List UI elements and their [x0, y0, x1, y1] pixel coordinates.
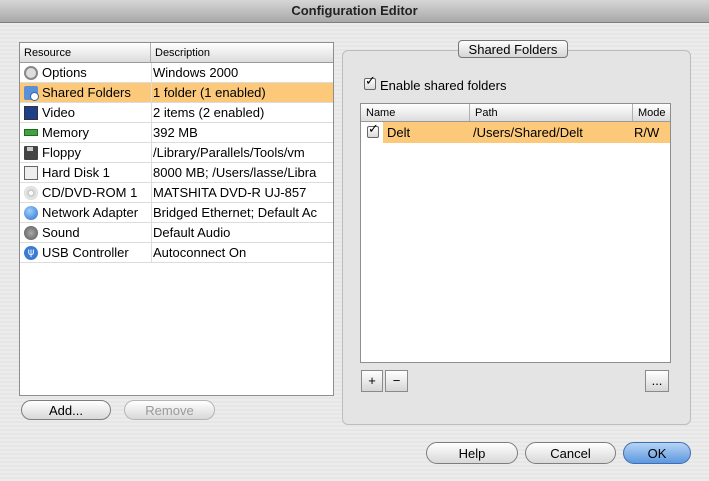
resource-row-options[interactable]: Options Windows 2000 [20, 63, 333, 83]
video-icon [24, 106, 38, 120]
resource-row-shared-folders[interactable]: Shared Folders 1 folder (1 enabled) [20, 83, 333, 103]
checkmark-icon: ✓ [365, 74, 376, 89]
resource-description: 8000 MB; /Users/lasse/Libra [153, 165, 317, 180]
shared-folders-group-title: Shared Folders [458, 40, 568, 58]
shared-folder-path: /Users/Shared/Delt [473, 125, 583, 140]
resource-description: /Library/Parallels/Tools/vm [153, 145, 305, 160]
shared-folders-table-header: Name Path Mode [361, 104, 670, 122]
resource-row-cd-dvd[interactable]: CD/DVD-ROM 1 MATSHITA DVD-R UJ-857 [20, 183, 333, 203]
resource-description: Default Audio [153, 225, 231, 240]
sound-icon [24, 226, 38, 240]
options-icon [24, 66, 38, 80]
checkmark-icon: ✓ [368, 122, 379, 137]
cd-dvd-icon [24, 186, 38, 200]
resource-name: Network Adapter [42, 205, 139, 220]
resource-name: CD/DVD-ROM 1 [42, 185, 138, 200]
resource-row-memory[interactable]: Memory 392 MB [20, 123, 333, 143]
shared-folders-table: Name Path Mode ✓ Delt /Users/Shared/Delt… [360, 103, 671, 363]
column-header-path[interactable]: Path [470, 104, 633, 121]
remove-folder-button[interactable]: − [385, 370, 408, 392]
add-folder-button[interactable]: + [361, 370, 383, 392]
memory-icon [24, 129, 38, 136]
resource-description: 1 folder (1 enabled) [153, 85, 266, 100]
resource-description: Autoconnect On [153, 245, 247, 260]
resource-name: Shared Folders [42, 85, 131, 100]
column-header-mode[interactable]: Mode [633, 104, 670, 121]
ok-button[interactable]: OK [623, 442, 691, 464]
network-icon [24, 206, 38, 220]
resource-name: Hard Disk 1 [42, 165, 110, 180]
enable-shared-folders-label[interactable]: Enable shared folders [380, 78, 506, 93]
resource-name: Video [42, 105, 76, 120]
floppy-icon [24, 146, 38, 160]
resource-row-hard-disk[interactable]: Hard Disk 1 8000 MB; /Users/lasse/Libra [20, 163, 333, 183]
cancel-button[interactable]: Cancel [525, 442, 616, 464]
resource-description: Windows 2000 [153, 65, 239, 80]
resource-description: Bridged Ethernet; Default Ac [153, 205, 318, 220]
remove-button[interactable]: Remove [124, 400, 215, 420]
column-header-name[interactable]: Name [361, 104, 470, 121]
resource-table-header: Resource Description [20, 43, 333, 63]
resource-row-network-adapter[interactable]: Network Adapter Bridged Ethernet; Defaul… [20, 203, 333, 223]
usb-icon: ψ [24, 246, 38, 260]
resource-name: USB Controller [42, 245, 129, 260]
resource-name: Options [42, 65, 87, 80]
resource-row-sound[interactable]: Sound Default Audio [20, 223, 333, 243]
shared-folder-name: Delt [387, 125, 411, 140]
resource-table: Resource Description Options Windows 200… [19, 42, 334, 396]
resource-name: Sound [42, 225, 80, 240]
resource-description: 2 items (2 enabled) [153, 105, 265, 120]
edit-folder-button[interactable]: ... [645, 370, 669, 392]
resource-name: Memory [42, 125, 89, 140]
add-button[interactable]: Add... [21, 400, 111, 420]
resource-row-floppy[interactable]: Floppy /Library/Parallels/Tools/vm [20, 143, 333, 163]
resource-description: 392 MB [153, 125, 198, 140]
resource-description: MATSHITA DVD-R UJ-857 [153, 185, 307, 200]
window-title: Configuration Editor [0, 0, 709, 23]
resource-row-video[interactable]: Video 2 items (2 enabled) [20, 103, 333, 123]
shared-folder-mode: R/W [634, 125, 660, 140]
resource-row-usb-controller[interactable]: ψ USB Controller Autoconnect On [20, 243, 333, 263]
configuration-editor-window: Configuration Editor Resource Descriptio… [0, 0, 709, 481]
shared-folders-icon [24, 86, 39, 101]
shared-folder-row[interactable]: ✓ Delt /Users/Shared/Delt R/W [361, 122, 670, 143]
shared-folder-enabled-checkbox[interactable]: ✓ [367, 122, 379, 138]
help-button[interactable]: Help [426, 442, 518, 464]
resource-name: Floppy [42, 145, 82, 160]
enable-shared-folders-checkbox[interactable]: ✓ [364, 74, 376, 90]
column-header-description[interactable]: Description [151, 43, 333, 62]
column-header-resource[interactable]: Resource [20, 43, 151, 62]
hard-disk-icon [24, 166, 38, 180]
